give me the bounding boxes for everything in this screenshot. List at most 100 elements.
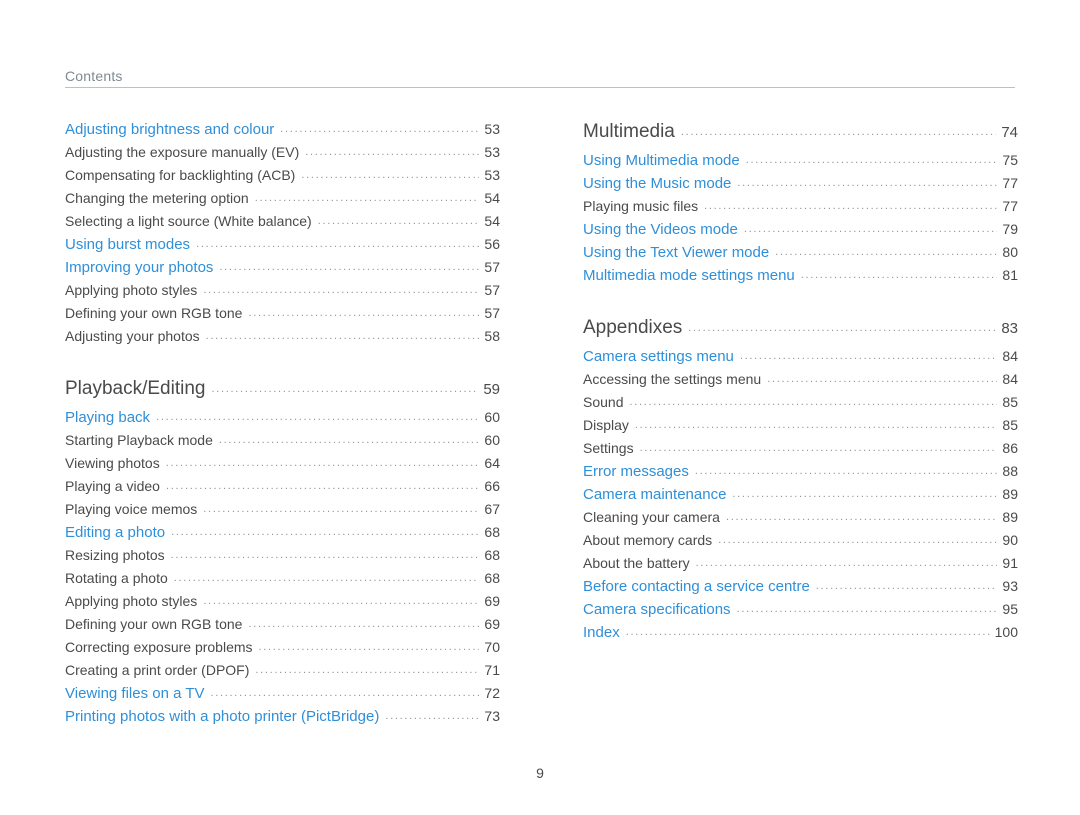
toc-entry[interactable]: Adjusting brightness and colour.........… [65, 122, 500, 137]
toc-entry[interactable]: Starting Playback mode..................… [65, 433, 500, 448]
toc-entry[interactable]: Multimedia..............................… [583, 122, 1018, 141]
toc-entry-label: Using the Music mode [583, 175, 732, 192]
toc-entry[interactable]: Cleaning your camera....................… [583, 510, 1018, 525]
toc-entry[interactable]: Playing back............................… [65, 410, 500, 425]
toc-entry[interactable]: Appendixes..............................… [583, 318, 1018, 337]
toc-entry[interactable]: Camera maintenance......................… [583, 487, 1018, 502]
toc-entry-page-number: 57 [484, 282, 500, 298]
toc-dot-leader: ........................................… [639, 443, 998, 454]
toc-entry-page-number: 53 [484, 167, 500, 183]
toc-dot-leader: ........................................… [196, 239, 480, 250]
toc-entry-page-number: 68 [484, 524, 500, 540]
header-divider [65, 87, 1015, 88]
toc-entry[interactable]: Playing a video.........................… [65, 479, 500, 494]
toc-dot-leader: ........................................… [301, 170, 479, 181]
toc-dot-leader: ........................................… [732, 489, 998, 500]
toc-entry[interactable]: Display.................................… [583, 418, 1018, 433]
toc-entry[interactable]: About the battery.......................… [583, 556, 1018, 571]
toc-entry-label: Display [583, 417, 629, 433]
toc-dot-leader: ........................................… [210, 688, 480, 699]
toc-entry[interactable]: About memory cards......................… [583, 533, 1018, 548]
toc-dot-leader: ........................................… [775, 247, 997, 258]
toc-entry-page-number: 68 [484, 570, 500, 586]
toc-entry[interactable]: Applying photo styles...................… [65, 594, 500, 609]
toc-entry[interactable]: Multimedia mode settings menu...........… [583, 268, 1018, 283]
toc-dot-leader: ........................................… [736, 604, 998, 615]
toc-dot-leader: ........................................… [218, 435, 480, 446]
toc-entry[interactable]: Viewing files on a TV...................… [65, 686, 500, 701]
toc-entry[interactable]: Editing a photo.........................… [65, 525, 500, 540]
toc-entry-page-number: 89 [1002, 509, 1018, 525]
toc-entry[interactable]: Index...................................… [583, 625, 1018, 640]
toc-entry[interactable]: Rotating a photo........................… [65, 571, 500, 586]
toc-entry[interactable]: Using Multimedia mode...................… [583, 153, 1018, 168]
toc-entry-page-number: 85 [1002, 394, 1018, 410]
toc-entry-page-number: 100 [994, 624, 1018, 640]
toc-entry[interactable]: Changing the metering option............… [65, 191, 500, 206]
toc-entry[interactable]: Defining your own RGB tone..............… [65, 306, 500, 321]
toc-entry-page-number: 90 [1002, 532, 1018, 548]
toc-entry[interactable]: Applying photo styles...................… [65, 283, 500, 298]
toc-entry-label: Creating a print order (DPOF) [65, 662, 250, 678]
toc-entry[interactable]: Adjusting your photos...................… [65, 329, 500, 344]
toc-entry-page-number: 57 [484, 259, 500, 275]
toc-entry[interactable]: Playback/Editing........................… [65, 379, 500, 398]
toc-dot-leader: ........................................… [737, 178, 998, 189]
toc-entry[interactable]: Settings................................… [583, 441, 1018, 456]
toc-dot-leader: ........................................… [680, 127, 997, 138]
toc-entry-page-number: 59 [483, 381, 500, 398]
toc-entry[interactable]: Accessing the settings menu.............… [583, 372, 1018, 387]
toc-entry-page-number: 58 [484, 328, 500, 344]
toc-entry-label: Camera maintenance [583, 486, 727, 503]
toc-entry-label: Before contacting a service centre [583, 578, 810, 595]
toc-dot-leader: ........................................… [254, 193, 480, 204]
toc-entry-page-number: 77 [1002, 175, 1018, 191]
toc-dot-leader: ........................................… [211, 384, 479, 395]
toc-entry-label: Playing music files [583, 198, 699, 214]
toc-entry[interactable]: Playing music files.....................… [583, 199, 1018, 214]
toc-entry[interactable]: Adjusting the exposure manually (EV)....… [65, 145, 500, 160]
toc-dot-leader: ........................................… [258, 642, 480, 653]
toc-entry-label: Rotating a photo [65, 570, 168, 586]
toc-entry-page-number: 53 [484, 121, 500, 137]
toc-entry-label: Improving your photos [65, 259, 214, 276]
toc-entry[interactable]: Using burst modes.......................… [65, 237, 500, 252]
toc-entry-label: Compensating for backlighting (ACB) [65, 167, 296, 183]
toc-entry[interactable]: Creating a print order (DPOF)...........… [65, 663, 500, 678]
toc-entry-label: Settings [583, 440, 634, 456]
toc-group: Playback/Editing........................… [65, 379, 500, 724]
toc-entry[interactable]: Camera specifications...................… [583, 602, 1018, 617]
toc-dot-leader: ........................................… [203, 596, 480, 607]
toc-entry[interactable]: Viewing photos..........................… [65, 456, 500, 471]
toc-dot-leader: ........................................… [634, 420, 998, 431]
toc-dot-leader: ........................................… [704, 201, 997, 212]
toc-group: Adjusting brightness and colour.........… [65, 122, 500, 344]
toc-entry[interactable]: Compensating for backlighting (ACB).....… [65, 168, 500, 183]
toc-entry[interactable]: Playing voice memos.....................… [65, 502, 500, 517]
toc-dot-leader: ........................................… [815, 581, 998, 592]
toc-dot-leader: ........................................… [625, 627, 990, 638]
toc-entry-page-number: 83 [1001, 320, 1018, 337]
toc-entry-label: Playing back [65, 409, 151, 426]
toc-entry-page-number: 70 [484, 639, 500, 655]
toc-entry[interactable]: Before contacting a service centre......… [583, 579, 1018, 594]
toc-dot-leader: ........................................… [385, 711, 479, 722]
toc-entry[interactable]: Improving your photos...................… [65, 260, 500, 275]
page-number: 9 [536, 765, 544, 781]
toc-dot-leader: ........................................… [688, 323, 996, 334]
toc-entry[interactable]: Sound...................................… [583, 395, 1018, 410]
toc-dot-leader: ........................................… [248, 619, 479, 630]
toc-entry[interactable]: Using the Videos mode...................… [583, 222, 1018, 237]
toc-entry[interactable]: Printing photos with a photo printer (Pi… [65, 709, 500, 724]
toc-entry[interactable]: Using the Music mode....................… [583, 176, 1018, 191]
toc-entry[interactable]: Defining your own RGB tone..............… [65, 617, 500, 632]
toc-entry[interactable]: Resizing photos.........................… [65, 548, 500, 563]
toc-entry[interactable]: Correcting exposure problems............… [65, 640, 500, 655]
toc-dot-leader: ........................................… [725, 512, 998, 523]
toc-entry[interactable]: Using the Text Viewer mode..............… [583, 245, 1018, 260]
toc-entry[interactable]: Camera settings menu....................… [583, 349, 1018, 364]
toc-entry-page-number: 54 [484, 190, 500, 206]
toc-entry[interactable]: Error messages..........................… [583, 464, 1018, 479]
toc-group-gap [65, 352, 500, 379]
toc-entry[interactable]: Selecting a light source (White balance)… [65, 214, 500, 229]
